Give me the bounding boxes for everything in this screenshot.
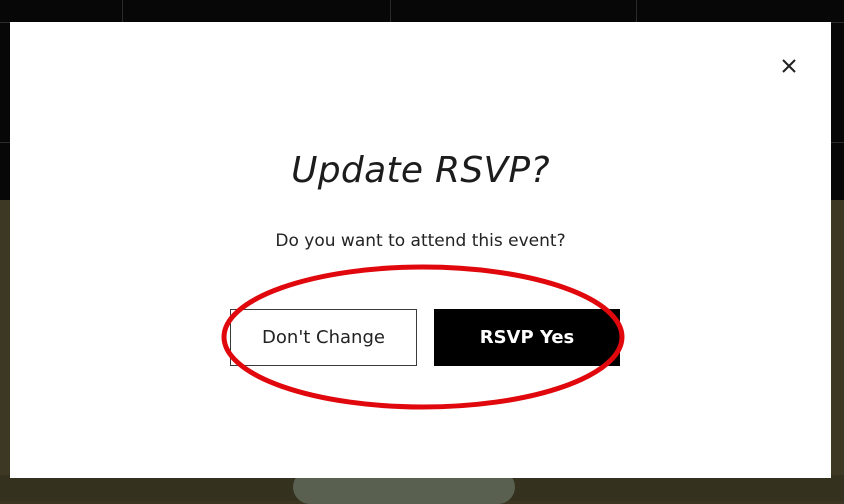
background-divider: [122, 0, 123, 22]
rsvp-yes-button[interactable]: RSVP Yes: [434, 309, 620, 366]
close-icon: [782, 59, 796, 73]
dont-change-button[interactable]: Don't Change: [230, 309, 417, 366]
rsvp-modal: Update RSVP? Do you want to attend this …: [10, 22, 831, 478]
close-button[interactable]: [777, 54, 801, 78]
background-divider: [636, 0, 637, 22]
modal-title: Update RSVP?: [291, 150, 550, 191]
modal-message: Do you want to attend this event?: [275, 231, 566, 251]
background-divider: [390, 0, 391, 22]
